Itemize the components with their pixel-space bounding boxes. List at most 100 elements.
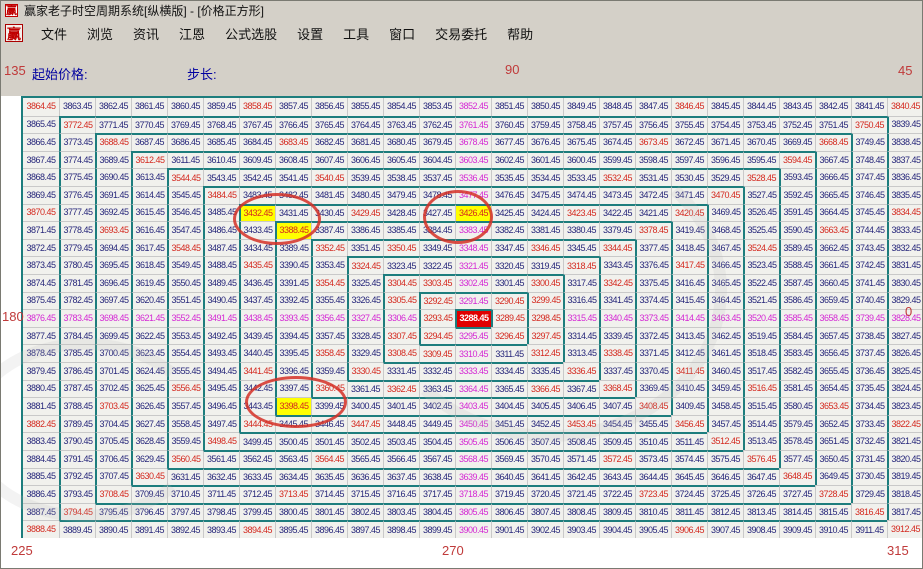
price-cell: 3723.45 [635, 485, 671, 503]
price-cell: 3527.45 [743, 186, 779, 204]
price-cell: 3788.45 [59, 397, 95, 415]
price-cell: 3437.45 [239, 291, 275, 310]
price-cell: 3890.45 [95, 520, 131, 538]
price-cell: 3338.45 [599, 344, 635, 362]
price-cell: 3369.45 [635, 379, 671, 398]
price-cell: 3317.45 [563, 274, 599, 292]
price-cell: 3864.45 [26, 101, 56, 112]
price-cell: 3655.45 [815, 362, 851, 380]
price-cell: 3712.45 [239, 485, 275, 503]
menu-item-2[interactable]: 浏览 [77, 21, 123, 46]
price-cell: 3346.45 [527, 238, 563, 257]
price-cell: 3471.45 [671, 186, 707, 204]
price-cell: 3803.45 [383, 502, 419, 521]
price-cell: 3299.45 [527, 291, 563, 310]
price-cell: 3457.45 [707, 414, 743, 433]
price-cell: 3537.45 [419, 168, 455, 186]
price-cell: 3823.45 [887, 397, 922, 415]
price-cell: 3785.45 [59, 344, 95, 362]
price-cell: 3540.45 [311, 168, 347, 186]
price-cell: 3532.45 [599, 168, 635, 186]
price-cell: 3789.45 [59, 414, 95, 433]
menu-item-10[interactable]: 帮助 [497, 21, 543, 46]
price-cell: 3352.45 [311, 238, 347, 257]
price-cell: 3554.45 [167, 344, 203, 362]
price-cell: 3319.45 [527, 256, 563, 274]
price-cell: 3336.45 [563, 362, 599, 380]
price-cell: 3510.45 [635, 432, 671, 450]
menu-item-3[interactable]: 资讯 [123, 21, 169, 46]
price-cell: 3781.45 [59, 274, 95, 292]
price-cell: 3458.45 [707, 397, 743, 415]
price-cell: 3691.45 [95, 186, 131, 204]
price-cell: 3588.45 [779, 256, 815, 274]
price-cell: 3451.45 [491, 414, 527, 433]
price-cell: 3673.45 [635, 133, 671, 151]
price-cell: 3675.45 [563, 133, 599, 151]
price-cell: 3598.45 [635, 150, 671, 169]
price-cell: 3710.45 [167, 485, 203, 503]
price-cell: 3578.45 [779, 432, 815, 450]
window-title: 赢家老子时空周期系统[纵横版] - [价格正方形] [24, 4, 265, 18]
menu-item-5[interactable]: 公式选股 [215, 21, 287, 46]
price-cell: 3592.45 [779, 186, 815, 204]
menu-item-4[interactable]: 江恩 [169, 21, 215, 46]
price-cell: 3513.45 [743, 432, 779, 450]
price-cell: 3344.45 [599, 238, 635, 257]
price-cell: 3356.45 [311, 309, 347, 327]
price-cell: 3666.45 [815, 168, 851, 186]
price-cell: 3685.45 [203, 133, 239, 151]
price-cell: 3398.45 [275, 397, 311, 415]
price-cell: 3349.45 [419, 238, 455, 257]
price-cell: 3528.45 [743, 168, 779, 186]
price-cell: 3461.45 [707, 344, 743, 362]
price-cell: 3463.45 [707, 309, 743, 327]
price-cell: 3728.45 [815, 485, 851, 503]
price-cell: 3882.45 [23, 414, 59, 433]
price-cell: 3696.45 [95, 274, 131, 292]
price-cell: 3812.45 [707, 502, 743, 521]
price-cell: 3410.45 [671, 379, 707, 398]
price-cell: 3417.45 [671, 256, 707, 274]
menu-item-8[interactable]: 窗口 [379, 21, 425, 46]
price-cell: 3745.45 [851, 203, 887, 222]
price-cell: 3822.45 [887, 414, 922, 433]
price-cell: 3341.45 [599, 291, 635, 310]
price-cell: 3855.45 [347, 98, 383, 116]
price-cell: 3777.45 [59, 203, 95, 222]
price-cell: 3717.45 [419, 485, 455, 503]
price-cell: 3773.45 [59, 133, 95, 151]
price-cell: 3587.45 [779, 274, 815, 292]
price-cell: 3771.45 [95, 115, 131, 134]
price-cell: 3869.45 [23, 186, 59, 204]
price-cell: 3853.45 [419, 98, 455, 116]
menu-item-9[interactable]: 交易委托 [425, 21, 497, 46]
price-cell: 3626.45 [131, 397, 167, 415]
price-cell: 3548.45 [167, 238, 203, 257]
price-cell: 3601.45 [527, 150, 563, 169]
menu-item-1[interactable]: 文件 [31, 21, 77, 46]
price-cell: 3412.45 [671, 344, 707, 362]
price-cell: 3339.45 [599, 326, 635, 345]
price-cell: 3582.45 [779, 362, 815, 380]
price-cell: 3674.45 [599, 133, 635, 151]
price-cell: 3907.45 [707, 520, 743, 538]
price-cell: 3738.45 [851, 326, 887, 345]
price-cell: 3374.45 [635, 291, 671, 310]
price-cell: 3726.45 [743, 485, 779, 503]
price-cell: 3689.45 [95, 150, 131, 169]
price-cell: 3420.45 [671, 203, 707, 222]
price-cell: 3720.45 [527, 485, 563, 503]
price-cell: 3418.45 [671, 238, 707, 257]
price-cell: 3737.45 [851, 344, 887, 362]
price-cell: 3406.45 [563, 397, 599, 415]
menu-item-6[interactable]: 设置 [287, 21, 333, 46]
price-cell: 3604.45 [419, 150, 455, 169]
menu-item-7[interactable]: 工具 [333, 21, 379, 46]
price-cell: 3825.45 [887, 362, 922, 380]
price-cell: 3480.45 [347, 186, 383, 204]
price-cell: 3332.45 [419, 362, 455, 380]
price-cell: 3571.45 [563, 450, 599, 468]
menu-bar: 赢 文件 浏览 资讯 江恩 公式选股 设置 工具 窗口 交易委托 帮助 [1, 20, 922, 47]
price-cell: 3622.45 [131, 326, 167, 345]
